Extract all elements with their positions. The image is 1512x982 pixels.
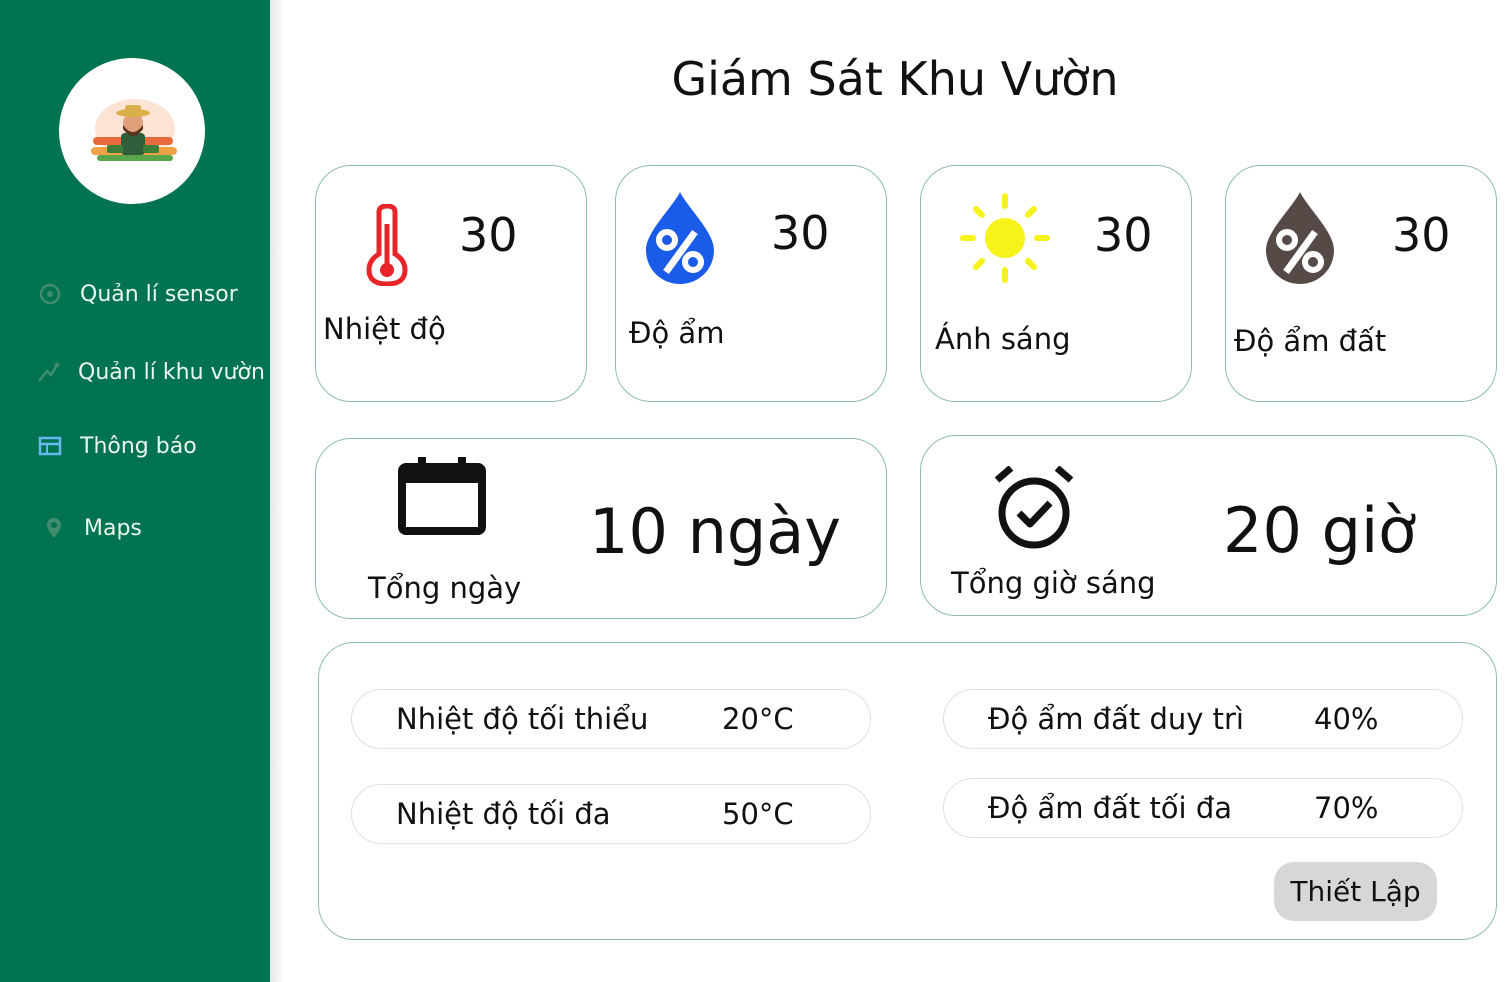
notification-icon xyxy=(36,432,64,460)
light-card: 30 Ánh sáng xyxy=(920,165,1192,402)
avatar xyxy=(59,58,205,204)
sidebar-item-garden[interactable]: Quản lí khu vườn xyxy=(34,358,265,386)
map-pin-icon xyxy=(40,514,68,542)
soil-moisture-card: 30 Độ ẩm đất xyxy=(1225,165,1497,402)
setup-button[interactable]: Thiết Lập xyxy=(1274,862,1437,921)
sidebar-item-maps[interactable]: Maps xyxy=(40,514,142,542)
max-temperature-field[interactable]: Nhiệt độ tối đa 50°C xyxy=(351,784,871,844)
soil-moisture-maintain-label: Độ ẩm đất duy trì xyxy=(988,702,1244,736)
sidebar-item-label: Maps xyxy=(84,515,142,541)
sidebar-item-notifications[interactable]: Thông báo xyxy=(36,432,197,460)
light-value: 30 xyxy=(1094,208,1153,262)
thermometer-icon xyxy=(366,204,408,286)
max-temperature-value: 50°C xyxy=(722,797,794,831)
soil-moisture-value: 30 xyxy=(1392,208,1451,262)
total-days-value: 10 ngày xyxy=(589,495,841,568)
sidebar-item-label: Quản lí khu vườn xyxy=(78,359,265,385)
humidity-card: 30 Độ ẩm xyxy=(615,165,887,402)
temperature-card: 30 Nhiệt độ xyxy=(315,165,587,402)
total-light-hours-value: 20 giờ xyxy=(1223,494,1417,567)
soil-moisture-max-value: 70% xyxy=(1314,791,1379,825)
soil-moisture-maintain-field[interactable]: Độ ẩm đất duy trì 40% xyxy=(943,689,1463,749)
page-title: Giám Sát Khu Vườn xyxy=(671,52,1119,106)
total-light-hours-label: Tổng giờ sáng xyxy=(951,566,1156,600)
sidebar-item-label: Quản lí sensor xyxy=(80,281,238,307)
sensor-icon xyxy=(36,280,64,308)
max-temperature-label: Nhiệt độ tối đa xyxy=(396,797,611,831)
soil-moisture-drop-icon xyxy=(1266,192,1334,284)
total-days-card: 10 ngày Tổng ngày xyxy=(315,438,887,619)
min-temperature-value: 20°C xyxy=(722,702,794,736)
farmer-logo-icon xyxy=(91,99,177,161)
sidebar-item-label: Thông báo xyxy=(80,433,197,459)
light-label: Ánh sáng xyxy=(935,322,1071,356)
soil-moisture-max-field[interactable]: Độ ẩm đất tối đa 70% xyxy=(943,778,1463,838)
min-temperature-label: Nhiệt độ tối thiểu xyxy=(396,702,649,736)
temperature-value: 30 xyxy=(459,208,518,262)
humidity-value: 30 xyxy=(771,206,830,260)
humidity-label: Độ ẩm xyxy=(629,316,725,350)
soil-moisture-label: Độ ẩm đất xyxy=(1234,324,1387,358)
humidity-drop-icon xyxy=(646,192,714,284)
garden-icon xyxy=(34,358,62,386)
sun-icon xyxy=(960,193,1050,283)
sidebar-shadow xyxy=(270,0,284,982)
temperature-label: Nhiệt độ xyxy=(323,312,446,346)
calendar-icon xyxy=(398,457,486,535)
sidebar: Quản lí sensor Quản lí khu vườn Thông bá… xyxy=(0,0,270,982)
soil-moisture-maintain-value: 40% xyxy=(1314,702,1379,736)
min-temperature-field[interactable]: Nhiệt độ tối thiểu 20°C xyxy=(351,689,871,749)
sidebar-item-sensor[interactable]: Quản lí sensor xyxy=(36,280,238,308)
total-light-hours-card: 20 giờ Tổng giờ sáng xyxy=(920,435,1497,616)
soil-moisture-max-label: Độ ẩm đất tối đa xyxy=(988,791,1233,825)
alarm-clock-icon xyxy=(994,466,1074,549)
total-days-label: Tổng ngày xyxy=(368,571,522,605)
